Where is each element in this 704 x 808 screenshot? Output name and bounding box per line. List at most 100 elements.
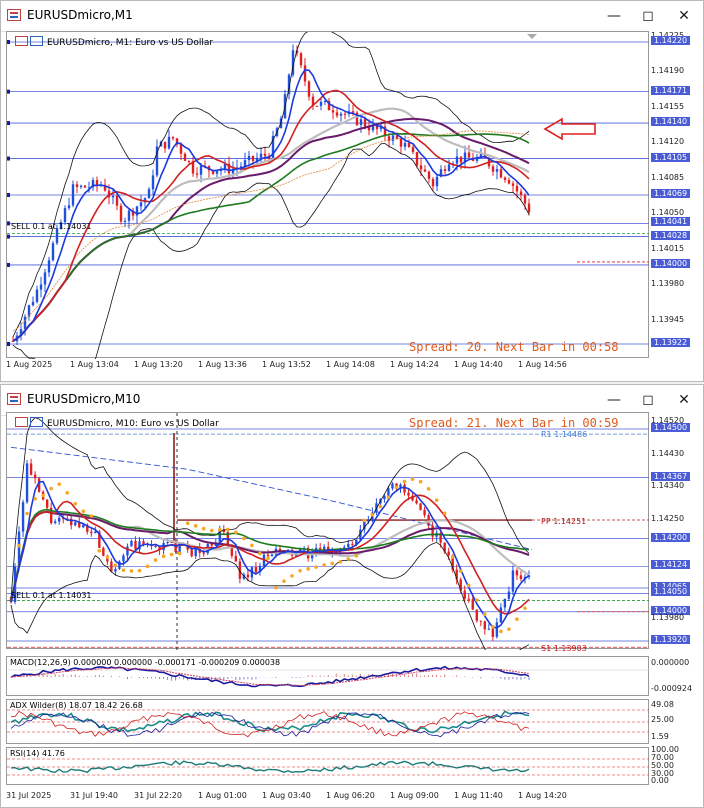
window-titlebar[interactable]: EURUSDmicro,M1 — ◻ ✕ [1,1,703,32]
candle-body [447,164,451,171]
price-axis[interactable]: 1.14520 1.14500 1.14430 1.14367 1.14340 1.142… [649,412,703,649]
candle-body [415,500,418,504]
psar-dot [250,543,254,548]
bollinger-upper [12,32,530,338]
candle-body [83,185,87,188]
maximize-icon[interactable]: ◻ [637,390,659,410]
level-handle [7,234,10,239]
candle-body [29,463,33,475]
price-axis-label: 1.14220 [651,36,691,45]
price-axis-label: 1.13920 [651,635,691,644]
candle-body [443,169,447,171]
psar-dot [41,493,45,498]
candle-body [399,138,403,147]
candle-body [151,175,155,190]
psar-dot [354,554,359,558]
chart-window-m10[interactable]: EURUSDmicro,M10 — ◻ ✕ EURUSDmicro, M10: … [0,384,704,808]
bollinger-upper [10,417,530,600]
ma-red [12,89,530,342]
candle-body [351,111,355,113]
candle-body [90,531,93,534]
psar-dot [49,486,53,491]
pp-pivot-label: PP 1.14251 [541,517,587,526]
chart-canvas[interactable] [7,32,650,359]
price-axis-label: 1.14000 [651,258,691,268]
level-handle [7,342,10,346]
ma-blue [12,69,530,342]
psar-dot [338,560,343,564]
psar-dot [185,521,190,525]
price-chart-m10[interactable]: EURUSDmicro, M10: Euro vs US Dollar Spre… [6,412,650,653]
psar-dot [169,552,174,557]
candle-body [435,176,439,187]
ma-green [10,508,530,601]
candle-body [363,119,367,127]
psar-dot [491,625,495,629]
candle-body [23,316,27,330]
candle-body [39,284,43,290]
adx-pane[interactable]: ADX Wilder(8) 18.07 18.42 26.68 [6,699,650,744]
candle-body [139,202,143,207]
candle-body [423,509,426,516]
maximize-icon[interactable]: ◻ [637,6,659,26]
candle-body [163,141,167,149]
chart-canvas[interactable] [7,413,650,650]
psar-dot [177,551,182,556]
s1-pivot-label: S1 1.13903 [541,644,587,653]
rsi-pane[interactable]: RSI(14) 41.76 [6,747,650,785]
candle-body [67,205,71,209]
candle-body [507,591,511,599]
candle-body [147,189,151,199]
rsi-axis-label: 0.00 [651,776,669,785]
psar-dot [73,501,78,506]
time-axis-label: 1 Aug 13:20 [134,360,183,369]
time-axis-label: 1 Aug 11:40 [454,791,503,800]
price-axis-label: 1.14085 [651,172,685,182]
level-handle [7,262,10,267]
psar-dot [105,555,110,560]
psar-dot [402,479,407,484]
time-axis-label: 1 Aug 2025 [6,360,53,369]
macd-axis-label: 0.000000 [651,658,690,667]
price-axis-label: 1.14041 [651,217,691,227]
symbol-text: EURUSDmicro, M1: Euro vs US Dollar [47,38,214,48]
price-axis[interactable]: 1.142251.142201.141901.141711.141551.141… [649,31,703,358]
price-axis-label: 1.14140 [651,117,691,127]
macd-pane[interactable]: MACD(12,26,9) 0.000000 0.000000 -0.00017… [6,656,650,696]
time-axis[interactable]: 1 Aug 2025 1 Aug 13:04 1 Aug 13:20 1 Aug 13… [6,358,649,380]
psar-dot [25,511,29,516]
macd-axis: 0.000000 -0.000924 [649,656,703,696]
candle-body [111,195,115,198]
chart-window-icon [7,393,21,405]
chart-window-m1[interactable]: EURUSDmicro,M1 — ◻ ✕ EURUSDmicro, M1: Eu… [0,0,704,382]
candle-body [459,156,463,163]
candle-body [467,598,470,600]
minimize-icon[interactable]: — [603,6,625,26]
candle-body [499,607,503,623]
psar-dot [65,490,70,495]
candle-body [57,517,61,522]
candle-body [387,488,390,496]
psar-dot [145,564,150,569]
psar-dot [113,563,118,567]
candle-body [270,554,274,557]
candle-body [527,203,531,213]
price-axis-label: 1.14190 [651,66,685,76]
price-axis-label: 1.14155 [651,101,685,111]
minimize-icon[interactable]: — [603,390,625,410]
candle-body [491,166,495,172]
candle-body [127,210,131,221]
chart-icon [30,36,43,46]
close-icon[interactable]: ✕ [673,390,695,410]
price-axis-label: 1.13922 [651,338,691,347]
time-axis[interactable]: 31 Jul 2025 31 Jul 19:40 31 Jul 22:20 1 Aug… [6,789,649,807]
psar-dot [442,511,447,516]
close-icon[interactable]: ✕ [673,6,695,26]
chart-icon [15,36,28,46]
price-chart-m1[interactable]: EURUSDmicro, M1: Euro vs US Dollar SELL … [6,31,650,359]
psar-dot [378,504,383,509]
candle-body [347,543,350,548]
candle-body [519,191,523,195]
candle-body [179,144,183,154]
psar-dot [97,548,102,553]
